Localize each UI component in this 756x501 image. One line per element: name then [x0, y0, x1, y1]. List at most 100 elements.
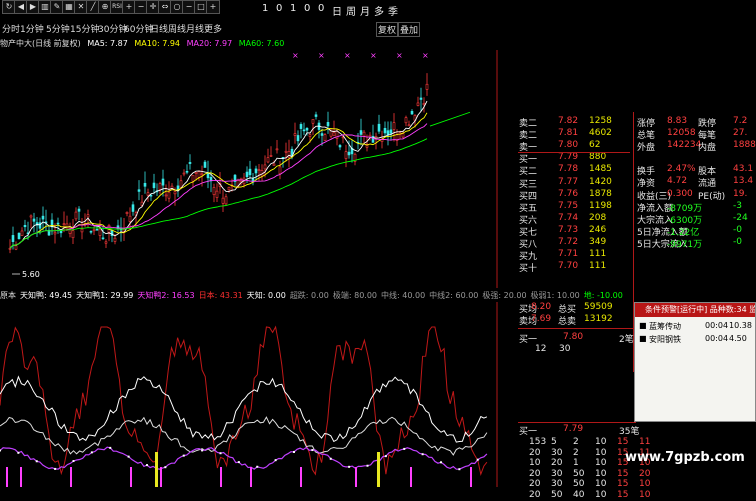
candlestick-chart[interactable]: 7.507.257.006.756.506.256.005.60××××××	[0, 50, 500, 288]
toolbar-right-label[interactable]: 日	[332, 3, 342, 18]
candle-body	[56, 222, 60, 225]
tick-cell: 50	[551, 489, 563, 500]
order-level-label: 卖二	[519, 119, 538, 129]
alert-item-name[interactable]: 安阳钢铁	[649, 334, 681, 345]
candle-body	[74, 211, 78, 220]
stat-label: 收益(三)	[637, 191, 672, 202]
period-tab[interactable]: 分时	[2, 22, 20, 35]
stat-value: 18883	[733, 140, 756, 151]
toolbar-right-label[interactable]: 多	[374, 3, 384, 18]
candle-body	[197, 171, 201, 178]
low-price-label: 5.60	[22, 270, 40, 279]
candle-body	[194, 172, 198, 174]
signal-bar	[300, 467, 302, 487]
overlay-button[interactable]: 叠加	[398, 22, 421, 37]
signal-bar	[220, 467, 222, 487]
order-level-label: 买九	[519, 252, 538, 263]
indicator-value: 极端: 80.00	[332, 291, 378, 300]
candle-body	[284, 150, 288, 153]
candle-body	[161, 178, 165, 186]
period-tab[interactable]: 日线	[150, 22, 168, 35]
candle-body	[389, 129, 393, 134]
tick-cell: 20	[529, 447, 541, 458]
chart-title: 物产中大(日线 前复权)	[0, 39, 81, 48]
period-tab[interactable]: 1分钟	[20, 22, 44, 35]
condition-alert-popup[interactable]: 条件预警[运行中] 品种数:34 监控次 ■ 蓝筹传动 00:04 10.38 …	[634, 302, 756, 422]
avg-value: 13192	[584, 314, 613, 324]
watermark-text: www.7gpzb.com	[625, 450, 745, 465]
candle-body	[29, 215, 33, 218]
stat-label: 流通	[698, 179, 717, 190]
tick-separator	[518, 328, 636, 329]
order-price: 7.78	[558, 164, 579, 175]
candle-body	[137, 189, 141, 192]
candle-body	[146, 192, 150, 196]
indicator-dot	[311, 449, 314, 452]
stat-label: PE(动)	[698, 191, 726, 202]
toolbar-right-label[interactable]: 周	[346, 3, 356, 18]
toolbar-right-label[interactable]: 季	[388, 3, 398, 18]
order-level-label: 买四	[519, 191, 538, 202]
tick-cell: 15	[617, 489, 629, 500]
toolbar-right-label[interactable]: 月	[360, 3, 370, 18]
candle-body	[299, 124, 303, 129]
indicator-chart[interactable]: 100.0080.0060.0040.0020.00	[0, 302, 500, 487]
candle-body	[275, 148, 279, 151]
period-tab[interactable]: 15分钟	[70, 22, 99, 35]
toolbar-right-label[interactable]: 0	[318, 3, 324, 14]
candle-body	[344, 151, 348, 159]
popup-title: 条件预警[运行中] 品种数:34 监控次	[635, 303, 755, 317]
period-tab[interactable]: 5分钟	[46, 22, 70, 35]
indicator-white-line-2	[0, 416, 488, 456]
order-volume: 111	[589, 261, 607, 272]
order-level-label: 买五	[519, 203, 538, 214]
candle-body	[302, 129, 306, 132]
candle-body	[347, 151, 351, 156]
main-chart-header: 物产中大(日线 前复权) MA5: 7.87 MA10: 7.94 MA20: …	[0, 38, 288, 50]
adjust-button[interactable]: 复权	[376, 22, 399, 37]
tick-cell: 40	[573, 489, 585, 500]
tick-cell: 20	[551, 458, 563, 468]
order-separator	[518, 152, 630, 153]
signal-mark: ×	[318, 51, 325, 60]
toolbar-right-label[interactable]: 0	[304, 3, 310, 14]
candle-body	[71, 230, 75, 239]
toolbar-right-label[interactable]: 0	[276, 3, 282, 14]
period-tab[interactable]: 更多	[204, 22, 222, 35]
toolbar-right-label[interactable]: 1	[290, 3, 296, 14]
order-price: 7.81	[558, 128, 579, 139]
stat-value: -1.22亿	[667, 227, 700, 238]
tick-cell: 10	[595, 489, 607, 500]
tick-count: 2笔	[619, 335, 634, 345]
candle-body	[245, 171, 249, 177]
tick-cell: 2	[573, 447, 579, 458]
indicator-dot	[256, 465, 259, 468]
period-tab[interactable]: 周线	[168, 22, 186, 35]
order-volume: 1258	[589, 116, 612, 126]
plus-icon[interactable]: +	[206, 0, 220, 14]
indicator-dot	[17, 451, 20, 454]
indicator-dot	[476, 458, 479, 461]
candle-body	[131, 204, 135, 212]
candle-body	[407, 124, 411, 127]
candle-body	[152, 182, 156, 189]
stat-value: 8.83	[667, 116, 688, 126]
toolbar-right-label[interactable]: 1	[262, 3, 268, 14]
candle-body	[404, 117, 408, 124]
tick-cell: 10	[595, 479, 607, 489]
tick-cell: 15	[617, 468, 629, 479]
tick-cell: 10	[639, 489, 651, 500]
candle-body	[143, 182, 147, 187]
candle-body	[221, 197, 225, 204]
candle-body	[77, 208, 81, 212]
candle-body	[212, 187, 216, 195]
stat-label: 换手	[637, 167, 656, 178]
period-tab[interactable]: 月线	[186, 22, 204, 35]
tick-cell: 1	[573, 458, 579, 468]
order-level-label: 买三	[519, 179, 538, 190]
indicator-dot	[201, 449, 204, 452]
ma5-label: MA5: 7.87	[87, 39, 128, 48]
alert-item-name[interactable]: 蓝筹传动	[649, 321, 681, 332]
candle-body	[62, 223, 66, 225]
signal-mark: ×	[396, 51, 403, 60]
